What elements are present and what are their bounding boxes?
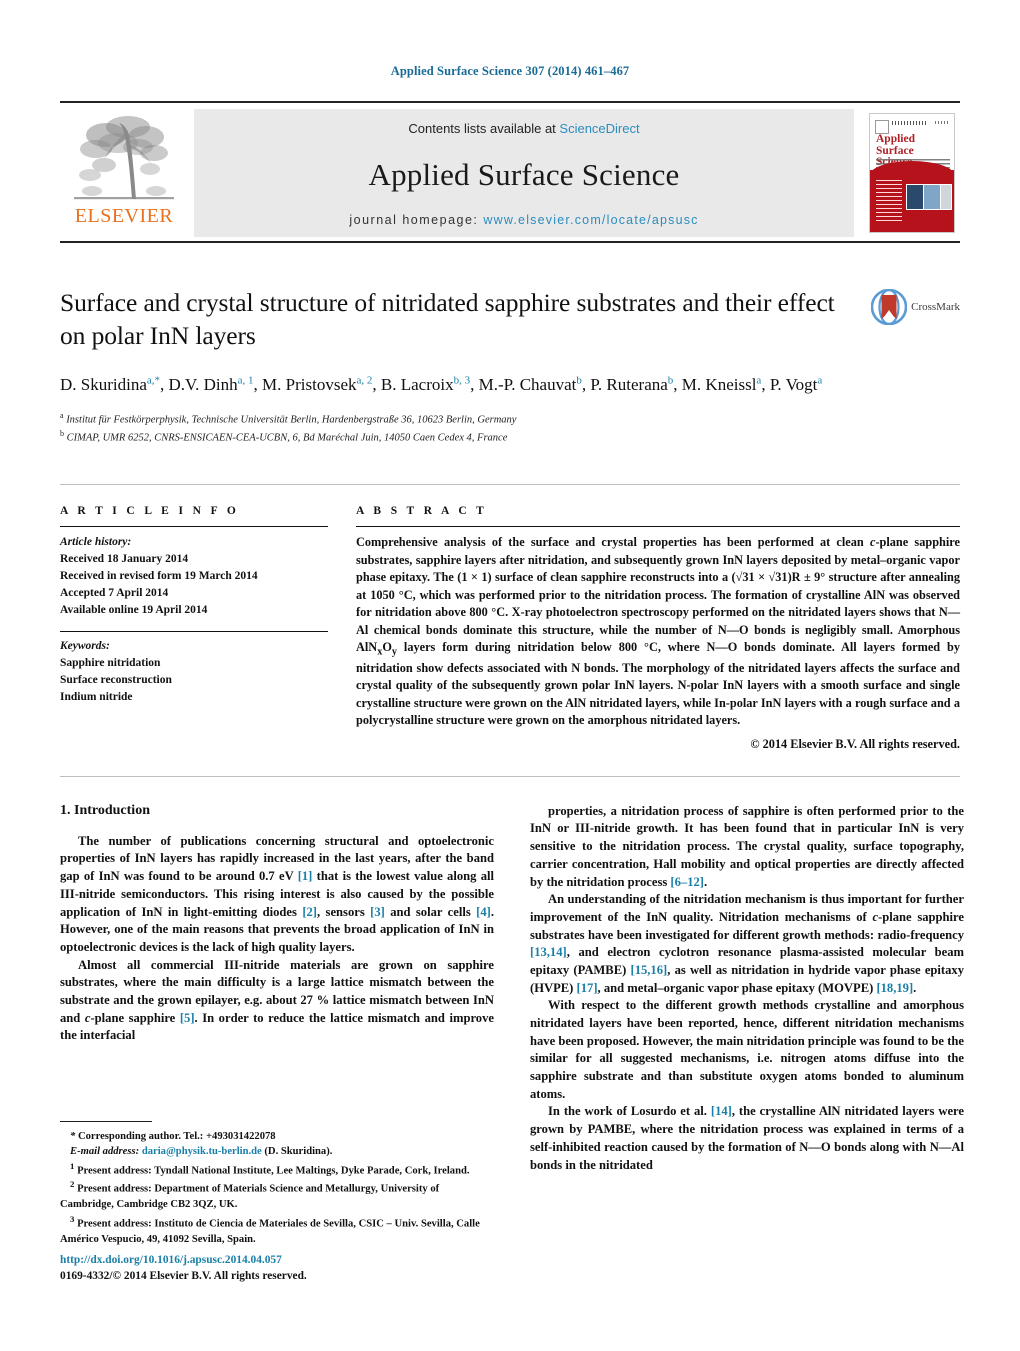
sciencedirect-link[interactable]: ScienceDirect — [559, 121, 639, 136]
issn-copyright-line: 0169-4332/© 2014 Elsevier B.V. All right… — [60, 1269, 307, 1282]
body-separator — [60, 775, 960, 777]
footnote-present-address-2: 2 Present address: Department of Materia… — [60, 1179, 440, 1211]
footnote-corresponding-author: * Corresponding author. Tel.: +493031422… — [70, 1130, 276, 1142]
article-info-column: A R T I C L E I N F O Article history: R… — [60, 505, 356, 752]
body-column-right: properties, a nitridation process of sap… — [530, 803, 964, 1174]
abstract-column: A B S T R A C T Comprehensive analysis o… — [356, 505, 960, 752]
body-column-left: 1. Introduction The number of publicatio… — [60, 802, 494, 1282]
cover-figure-1 — [906, 184, 924, 210]
abstract-heading: A B S T R A C T — [356, 505, 488, 518]
paper-page: Applied Surface Science 307 (2014) 461–4… — [0, 0, 1020, 1351]
history-revised: Received in revised form 19 March 2014 — [60, 570, 258, 583]
running-head: Applied Surface Science 307 (2014) 461–4… — [390, 64, 630, 78]
elsevier-tree-icon — [74, 116, 174, 200]
affiliation-b: b CIMAP, UMR 6252, CNRS-ENSICAEN-CEA-UCB… — [60, 428, 960, 446]
journal-cover-thumbnail: Applied Surface Science — [869, 113, 955, 233]
journal-homepage-line: journal homepage: www.elsevier.com/locat… — [349, 213, 698, 227]
footnote-email: E-mail address: daria@physik.tu-berlin.d… — [70, 1146, 333, 1158]
footnote-present-address-3: 3 Present address: Instituto de Ciencia … — [60, 1213, 480, 1245]
page-title: Surface and crystal structure of nitrida… — [60, 288, 835, 350]
article-info-rule — [60, 526, 328, 528]
cover-title-line1: Applied — [876, 133, 915, 145]
journal-banner-center: Contents lists available at ScienceDirec… — [194, 109, 854, 237]
section-title-introduction: 1. Introduction — [60, 802, 150, 818]
article-info-heading: A R T I C L E I N F O — [60, 505, 240, 518]
paragraph: With respect to the different growth met… — [530, 998, 964, 1101]
paragraph: The number of publications concerning st… — [60, 833, 494, 954]
keyword-3: Indium nitride — [60, 691, 133, 704]
article-history-label: Article history: — [60, 536, 132, 549]
history-online: Available online 19 April 2014 — [60, 604, 208, 617]
abstract-rule — [356, 526, 960, 528]
author-list: D. Skuridinaa,*, D.V. Dinha, 1, M. Prist… — [60, 374, 823, 395]
affiliation-a: a Institut für Festkörperphysik, Technis… — [60, 410, 960, 428]
affiliation-a-mark: a — [60, 410, 64, 420]
abstract-text: Comprehensive analysis of the surface an… — [356, 535, 960, 728]
crossmark-icon — [871, 289, 908, 325]
history-accepted: Accepted 7 April 2014 — [60, 587, 169, 600]
cover-figure-3 — [940, 184, 952, 210]
doi-link[interactable]: http://dx.doi.org/10.1016/j.apsusc.2014.… — [60, 1253, 494, 1269]
info-abstract-section: A R T I C L E I N F O Article history: R… — [60, 484, 960, 752]
abstract-copyright: © 2014 Elsevier B.V. All rights reserved… — [750, 736, 960, 751]
body-columns: 1. Introduction The number of publicatio… — [60, 802, 964, 1282]
page-footer: http://dx.doi.org/10.1016/j.apsusc.2014.… — [60, 1253, 494, 1285]
affiliation-b-text: CIMAP, UMR 6252, CNRS-ENSICAEN-CEA-UCBN,… — [66, 432, 508, 444]
keyword-2: Surface reconstruction — [60, 674, 172, 687]
title-column: Surface and crystal structure of nitrida… — [60, 287, 871, 352]
affiliation-list: a Institut für Festkörperphysik, Technis… — [60, 410, 960, 447]
cover-contents-lines — [876, 180, 902, 224]
homepage-url-link[interactable]: www.elsevier.com/locate/apsusc — [483, 213, 698, 227]
contents-available-line: Contents lists available at ScienceDirec… — [408, 121, 639, 136]
footnote-present-address-1: 1 Present address: Tyndall National Inst… — [70, 1160, 470, 1177]
footnote-block: * Corresponding author. Tel.: +493031422… — [60, 1120, 494, 1247]
crossmark-badge[interactable]: CrossMark — [871, 287, 960, 325]
keywords-rule — [60, 631, 328, 633]
publisher-logo: ELSEVIER — [60, 109, 188, 237]
affiliation-b-mark: b — [60, 429, 64, 438]
journal-banner: ELSEVIER Contents lists available at Sci… — [60, 101, 960, 243]
journal-cover-container: Applied Surface Science — [864, 109, 960, 237]
footnote-rule — [60, 1120, 152, 1122]
cover-red-panel — [870, 161, 954, 232]
keywords-label: Keywords: — [60, 640, 110, 653]
contents-prefix: Contents lists available at — [408, 121, 560, 136]
cover-figure-2 — [923, 184, 941, 210]
elsevier-wordmark: ELSEVIER — [74, 205, 174, 227]
paragraph: In the work of Losurdo et al. [14], the … — [530, 1104, 964, 1172]
title-row: Surface and crystal structure of nitrida… — [60, 287, 960, 352]
cover-barcode — [892, 121, 926, 125]
paragraph: An understanding of the nitridation mech… — [530, 892, 964, 995]
cover-publisher-icon — [875, 120, 889, 134]
cover-barcode-right — [935, 121, 949, 124]
journal-title: Applied Surface Science — [368, 157, 680, 192]
affiliation-a-text: Institut für Festkörperphysik, Technisch… — [66, 414, 517, 426]
keyword-1: Sapphire nitridation — [60, 657, 161, 670]
homepage-prefix: journal homepage: — [349, 213, 484, 227]
paragraph: properties, a nitridation process of sap… — [530, 803, 964, 889]
crossmark-label: CrossMark — [911, 301, 960, 313]
history-received: Received 18 January 2014 — [60, 553, 189, 566]
paragraph: Almost all commercial III-nitride materi… — [60, 957, 494, 1043]
